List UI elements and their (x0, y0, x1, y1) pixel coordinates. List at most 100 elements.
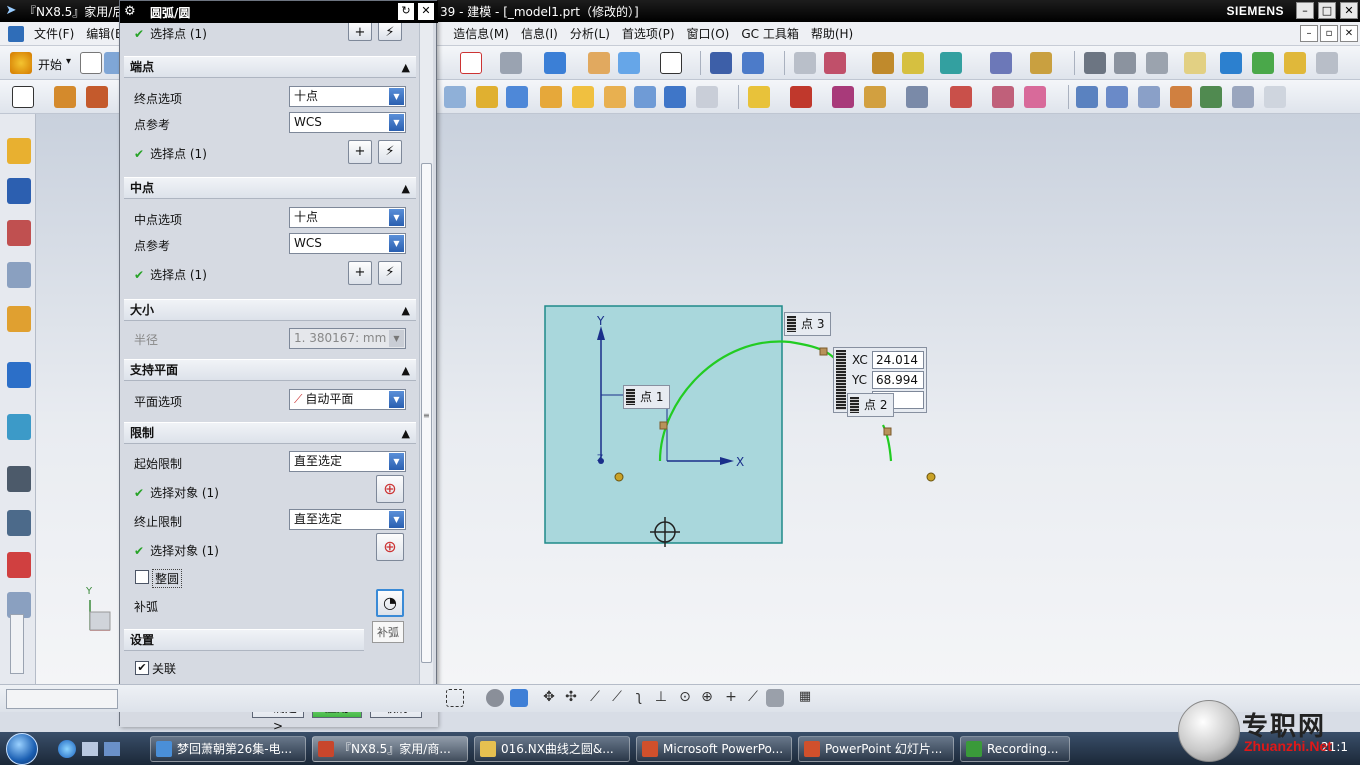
collapse-plane-icon: ▲ (401, 364, 410, 377)
mid-option-select[interactable]: 十点 ▼ (289, 207, 406, 228)
section-size[interactable]: 大小 ▲ (124, 299, 416, 321)
windows-taskbar: 梦回萧朝第26集-电... 『NX8.5』家用/商... 016.NX曲线之圆&… (0, 732, 1360, 765)
select-face-icon[interactable] (486, 689, 504, 707)
start-limit-select[interactable]: 直至选定 ▼ (289, 451, 406, 472)
inferred-point-button[interactable]: ⚡ (378, 23, 402, 41)
dialog-body: 选择点 (1) + ⚡ 端点▲ 终点选项 十点▼ 点参考 WCS▼ 选择点 (1… (124, 23, 416, 687)
end-limit-label: 终止限制 (134, 515, 183, 529)
arc-handle-start[interactable] (819, 347, 828, 356)
slideshow-icon (804, 741, 820, 757)
snap-move-icon[interactable]: ✥ (540, 689, 558, 707)
snap-face-icon[interactable] (766, 689, 784, 707)
yc-input[interactable]: 68.994 (872, 371, 924, 389)
taskbar-item-video[interactable]: 梦回萧朝第26集-电... (150, 736, 306, 762)
snap-center-icon[interactable]: ⊙ (676, 689, 694, 707)
complement-arc-button[interactable]: ◔ (376, 589, 404, 617)
chevron-down-icon: ▼ (389, 391, 404, 408)
collapse-midpoint-icon: ▲ (401, 182, 410, 195)
arc-handle-midpoint[interactable] (659, 421, 668, 430)
snap-end-icon[interactable]: ⟋ (586, 689, 604, 707)
dialog-scrollbar[interactable]: ≡ (419, 23, 433, 687)
section-support-plane[interactable]: 支持平面 ▲ (124, 359, 416, 381)
point-marker-1[interactable] (614, 472, 624, 482)
section-midpoint[interactable]: 中点 ▲ (124, 177, 416, 199)
point-1-label[interactable]: 点 1 (623, 385, 671, 409)
point-dialog-button[interactable]: + (348, 23, 372, 41)
snap-point-icon[interactable]: + (722, 689, 740, 707)
snap-intersect-icon[interactable]: ⊥ (652, 689, 670, 707)
snap-mid-icon[interactable]: ⟋ (608, 689, 626, 707)
folder-icon (480, 741, 496, 757)
dialog-close-icon[interactable]: ✕ (418, 3, 434, 20)
section-endpoint[interactable]: 端点 ▲ (124, 56, 416, 78)
scroll-grip-icon: ≡ (423, 411, 430, 420)
section-limits[interactable]: 限制 ▲ (124, 422, 416, 444)
switch-windows-icon[interactable] (104, 742, 120, 756)
selection-filter[interactable] (6, 689, 118, 709)
mid-ref-label: 点参考 (134, 239, 171, 253)
associative-checkbox[interactable]: ✔ (135, 661, 149, 675)
powerpoint-icon (642, 741, 658, 757)
gear-icon[interactable]: ⚙ (124, 4, 136, 19)
mid-option-label: 中点选项 (134, 213, 183, 227)
plane-icon: ⟋ (294, 392, 303, 406)
reset-icon[interactable]: ↻ (398, 3, 414, 20)
radius-input: 1. 380167: mm ▼ (289, 328, 406, 349)
arc-handle-end[interactable] (883, 427, 892, 436)
end-select-object-label: 选择对象 (1) (134, 542, 219, 559)
end-point-dialog-button[interactable]: + (348, 140, 372, 164)
select-body-icon[interactable] (510, 689, 528, 707)
chevron-down-icon: ▼ (389, 511, 404, 528)
end-inferred-point-button[interactable]: ⚡ (378, 140, 402, 164)
snap-grid-icon[interactable]: ✣ (562, 689, 580, 707)
xc-label: XC (852, 353, 868, 367)
point-3-label[interactable]: 点 3 (784, 312, 832, 336)
xc-input[interactable]: 24.014 (872, 351, 924, 369)
end-limit-select[interactable]: 直至选定 ▼ (289, 509, 406, 530)
mid-ref-select[interactable]: WCS ▼ (289, 233, 406, 254)
chevron-down-icon: ▼ (389, 114, 404, 131)
mid-inferred-point-button[interactable]: ⚡ (378, 261, 402, 285)
chevron-down-icon: ▼ (389, 235, 404, 252)
show-desktop-icon[interactable] (82, 742, 98, 756)
section-settings[interactable]: 设置 (124, 629, 364, 651)
taskbar-item-powerpoint[interactable]: Microsoft PowerPo... (636, 736, 792, 762)
snap-pole-icon[interactable]: ▦ (796, 689, 814, 707)
triad-y-label: Y (86, 586, 93, 597)
collapse-size-icon: ▲ (401, 304, 410, 317)
end-ref-label: 点参考 (134, 118, 171, 132)
wcs-y-label: Y (597, 314, 605, 328)
end-option-label: 终点选项 (134, 92, 183, 106)
chevron-down-icon: ▼ (389, 330, 404, 347)
end-crosshair-icon[interactable]: ⊕ (376, 533, 404, 561)
start-button[interactable] (6, 733, 38, 765)
panel-grip[interactable] (836, 350, 846, 410)
dialog-titlebar[interactable]: ⚙ 圆弧/圆 ↻ ✕ (120, 1, 438, 23)
taskbar-item-slideshow[interactable]: PowerPoint 幻灯片... (798, 736, 954, 762)
snap-on-curve-icon[interactable]: ⟋ (744, 689, 762, 707)
full-circle-checkbox[interactable] (135, 570, 149, 584)
chevron-down-icon: ▼ (389, 453, 404, 470)
start-crosshair-icon[interactable]: ⊕ (376, 475, 404, 503)
arc-circle-dialog: ⚙ 圆弧/圆 ↻ ✕ 选择点 (1) + ⚡ 端点▲ 终点选项 十点▼ 点参考 … (119, 0, 438, 733)
point-marker-2[interactable] (926, 472, 936, 482)
wcs-x-label: X (736, 455, 745, 469)
snap-quadrant-icon[interactable]: ⊕ (698, 689, 716, 707)
ie-icon[interactable] (58, 740, 76, 758)
select-rect-icon[interactable] (446, 689, 464, 707)
snap-curve-icon[interactable]: ʅ (630, 689, 648, 707)
point-2-label[interactable]: 点 2 (847, 393, 895, 417)
start-select-object-label: 选择对象 (1) (134, 484, 219, 501)
end-ref-select[interactable]: WCS ▼ (289, 112, 406, 133)
end-option-select[interactable]: 十点 ▼ (289, 86, 406, 107)
taskbar-item-nx[interactable]: 『NX8.5』家用/商... (312, 736, 468, 762)
full-circle-label: 整圆 (152, 569, 183, 588)
plane-option-select[interactable]: ⟋ 自动平面 ▼ (289, 389, 406, 410)
plane-option-label: 平面选项 (134, 395, 183, 409)
taskbar-item-recording[interactable]: Recording... (960, 736, 1070, 762)
collapse-limits-icon: ▲ (401, 427, 410, 440)
mid-point-dialog-button[interactable]: + (348, 261, 372, 285)
taskbar-item-folder[interactable]: 016.NX曲线之圆&... (474, 736, 630, 762)
complement-label: 补弧 (134, 600, 159, 614)
associative-label: 关联 (152, 662, 177, 676)
